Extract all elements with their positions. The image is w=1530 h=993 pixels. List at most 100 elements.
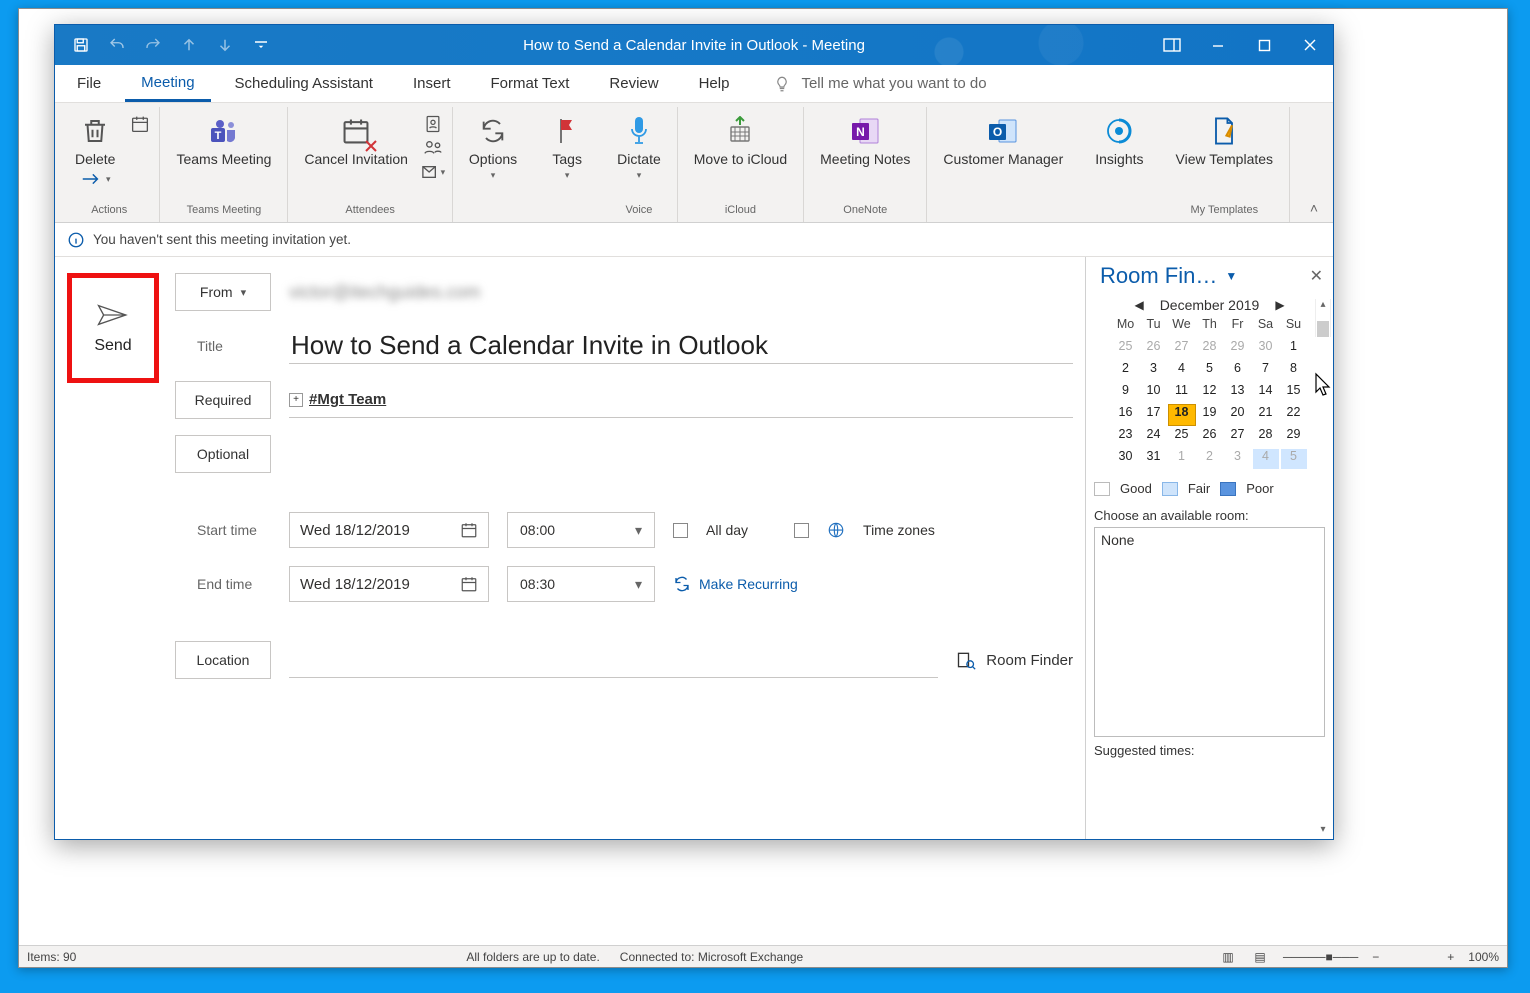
cal-day[interactable]: 2 [1197, 449, 1223, 469]
panel-scrollbar[interactable]: ▴ [1315, 299, 1331, 337]
cal-day[interactable]: 16 [1113, 405, 1139, 425]
next-item-icon[interactable] [207, 25, 243, 65]
tab-meeting[interactable]: Meeting [125, 65, 210, 102]
cal-day[interactable]: 10 [1141, 383, 1167, 403]
cal-day[interactable]: 9 [1113, 383, 1139, 403]
calendar-mini-icon[interactable] [127, 113, 153, 135]
cal-day[interactable]: 1 [1169, 449, 1195, 469]
zoom-plus-icon[interactable]: + [1447, 950, 1454, 964]
cal-day[interactable]: 17 [1141, 405, 1167, 425]
start-date-input[interactable]: Wed 18/12/2019 [289, 512, 489, 548]
meeting-notes-button[interactable]: N Meeting Notes [810, 109, 920, 201]
delete-button[interactable]: Delete ▾ [65, 109, 125, 201]
cal-day[interactable]: 3 [1225, 449, 1251, 469]
dictate-dropdown-icon[interactable]: ▾ [637, 170, 642, 181]
cal-day[interactable]: 27 [1169, 339, 1195, 359]
from-button[interactable]: From ▾ [175, 273, 271, 311]
maximize-icon[interactable] [1241, 25, 1287, 65]
cal-day[interactable]: 24 [1141, 427, 1167, 447]
dictate-button[interactable]: Dictate ▾ [607, 109, 671, 201]
cal-day[interactable]: 4 [1169, 361, 1195, 381]
view-normal-icon[interactable]: ▥ [1219, 949, 1237, 965]
cal-day[interactable]: 18 [1169, 405, 1195, 425]
start-time-input[interactable]: 08:00 ▾ [507, 512, 655, 548]
tab-review[interactable]: Review [593, 65, 674, 102]
allday-checkbox[interactable] [673, 523, 688, 538]
close-icon[interactable] [1287, 25, 1333, 65]
tab-format-text[interactable]: Format Text [474, 65, 585, 102]
zoom-minus-icon[interactable]: − [1372, 950, 1379, 964]
tab-insert[interactable]: Insert [397, 65, 467, 102]
tags-button[interactable]: Tags ▾ [539, 109, 595, 201]
qat-customize-icon[interactable] [243, 25, 279, 65]
view-templates-button[interactable]: View Templates [1166, 109, 1284, 201]
zoom-slider[interactable]: ─────■─── [1283, 950, 1358, 964]
prev-month-icon[interactable]: ◀ [1134, 298, 1143, 312]
cal-day[interactable]: 5 [1197, 361, 1223, 381]
view-reading-icon[interactable]: ▤ [1251, 949, 1269, 965]
cal-day[interactable]: 22 [1281, 405, 1307, 425]
cal-day[interactable]: 5 [1281, 449, 1307, 469]
cal-day[interactable]: 1 [1281, 339, 1307, 359]
make-recurring-button[interactable]: Make Recurring [673, 575, 798, 593]
cal-day[interactable]: 29 [1281, 427, 1307, 447]
ribbon-display-icon[interactable] [1149, 25, 1195, 65]
title-input[interactable] [289, 328, 1073, 364]
location-input[interactable] [289, 642, 938, 678]
cal-day[interactable]: 15 [1281, 383, 1307, 403]
next-month-icon[interactable]: ▶ [1275, 298, 1284, 312]
save-icon[interactable] [63, 25, 99, 65]
check-names-icon[interactable] [420, 137, 446, 159]
available-rooms-list[interactable]: None [1094, 527, 1325, 737]
cal-day[interactable]: 19 [1197, 405, 1223, 425]
move-to-icloud-button[interactable]: Move to iCloud [684, 109, 797, 201]
required-button[interactable]: Required [175, 381, 271, 419]
calendar-icon[interactable] [460, 575, 478, 593]
cal-day[interactable]: 14 [1253, 383, 1279, 403]
cal-day[interactable]: 13 [1225, 383, 1251, 403]
optional-button[interactable]: Optional [175, 435, 271, 473]
redo-icon[interactable] [135, 25, 171, 65]
timezones-checkbox[interactable] [794, 523, 809, 538]
cal-day[interactable]: 29 [1225, 339, 1251, 359]
cal-day[interactable]: 30 [1113, 449, 1139, 469]
tab-help[interactable]: Help [683, 65, 746, 102]
cal-day[interactable]: 25 [1113, 339, 1139, 359]
cal-day[interactable]: 25 [1169, 427, 1195, 447]
cal-day[interactable]: 12 [1197, 383, 1223, 403]
undo-icon[interactable] [99, 25, 135, 65]
cal-day[interactable]: 27 [1225, 427, 1251, 447]
cancel-invitation-button[interactable]: Cancel Invitation [294, 109, 418, 201]
panel-close-icon[interactable]: ✕ [1310, 266, 1323, 286]
cal-day[interactable]: 23 [1113, 427, 1139, 447]
cal-day[interactable]: 30 [1253, 339, 1279, 359]
calendar-icon[interactable] [460, 521, 478, 539]
end-time-input[interactable]: 08:30 ▾ [507, 566, 655, 602]
response-options-icon[interactable]: ▾ [420, 161, 446, 183]
cal-day[interactable]: 2 [1113, 361, 1139, 381]
customer-manager-button[interactable]: O Customer Manager [933, 109, 1073, 201]
cal-day[interactable]: 21 [1253, 405, 1279, 425]
send-button[interactable]: Send [67, 273, 159, 383]
forward-icon[interactable] [80, 172, 102, 186]
tell-me-search[interactable]: Tell me what you want to do [773, 65, 986, 102]
tags-dropdown-icon[interactable]: ▾ [565, 170, 570, 181]
cal-day[interactable]: 8 [1281, 361, 1307, 381]
options-dropdown-icon[interactable]: ▾ [491, 170, 496, 181]
cal-day[interactable]: 28 [1197, 339, 1223, 359]
cal-day[interactable]: 11 [1169, 383, 1195, 403]
cal-day[interactable]: 4 [1253, 449, 1279, 469]
list-item[interactable]: None [1101, 532, 1318, 548]
teams-meeting-button[interactable]: T Teams Meeting [166, 109, 281, 201]
dropdown-icon[interactable]: ▾ [635, 576, 642, 593]
cal-day[interactable]: 3 [1141, 361, 1167, 381]
panel-dropdown-icon[interactable]: ▼ [1225, 269, 1237, 283]
tab-file[interactable]: File [61, 65, 117, 102]
dropdown-icon[interactable]: ▾ [635, 522, 642, 539]
minimize-icon[interactable] [1195, 25, 1241, 65]
required-chip[interactable]: #Mgt Team [309, 391, 386, 408]
tab-scheduling[interactable]: Scheduling Assistant [219, 65, 389, 102]
cal-day[interactable]: 20 [1225, 405, 1251, 425]
end-date-input[interactable]: Wed 18/12/2019 [289, 566, 489, 602]
options-button[interactable]: Options ▾ [459, 109, 527, 201]
